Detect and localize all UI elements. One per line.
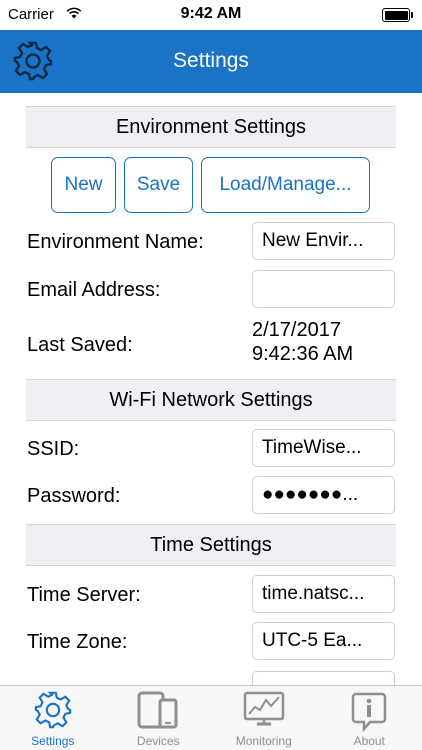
tab-monitoring[interactable]: Monitoring xyxy=(211,686,317,750)
tab-devices-label: Devices xyxy=(136,734,180,748)
tab-bar: Settings Devices Monitoring About xyxy=(0,685,422,750)
email-address-field[interactable] xyxy=(252,270,395,308)
email-address-label: Email Address: xyxy=(27,279,161,301)
tab-devices[interactable]: Devices xyxy=(106,686,212,750)
environment-name-label: Environment Name: xyxy=(27,231,204,253)
page-title: Settings xyxy=(173,49,249,72)
gear-icon xyxy=(34,691,72,729)
tab-about-label: About xyxy=(353,734,385,748)
tab-settings[interactable]: Settings xyxy=(0,686,106,750)
tab-monitoring-label: Monitoring xyxy=(235,734,292,748)
battery-icon xyxy=(382,8,410,22)
info-icon xyxy=(352,692,387,732)
tab-about[interactable]: About xyxy=(317,686,422,750)
devices-icon xyxy=(137,691,178,729)
status-time: 9:42 AM xyxy=(180,5,242,22)
last-saved-label: Last Saved: xyxy=(27,334,133,356)
ssid-label: SSID: xyxy=(27,438,80,460)
monitoring-icon xyxy=(243,691,284,726)
time-settings-header: Time Settings xyxy=(26,524,396,566)
navigation-bar: Settings xyxy=(0,30,422,93)
last-saved-value: 2/17/2017 9:42:36 AM xyxy=(252,318,353,366)
status-bar: Carrier 9:42 AM xyxy=(0,0,422,30)
battery-tip xyxy=(411,12,413,18)
time-server-field[interactable]: time.natsc... xyxy=(252,575,395,613)
time-zone-label: Time Zone: xyxy=(27,631,128,653)
new-button[interactable]: New xyxy=(51,157,116,213)
time-zone-field[interactable]: UTC-5 Ea... xyxy=(252,622,395,660)
password-field[interactable]: ●●●●●●●... xyxy=(252,476,395,514)
environment-name-field[interactable]: New Envir... xyxy=(252,222,395,260)
last-saved-date: 2/17/2017 xyxy=(252,319,341,341)
load-manage-button[interactable]: Load/Manage... xyxy=(201,157,370,213)
password-label: Password: xyxy=(27,485,121,507)
wifi-settings-header: Wi-Fi Network Settings xyxy=(26,379,396,421)
environment-settings-header: Environment Settings xyxy=(26,106,396,148)
ssid-field[interactable]: TimeWise... xyxy=(252,429,395,467)
tab-settings-label: Settings xyxy=(31,734,75,748)
time-server-label: Time Server: xyxy=(27,584,141,606)
partial-field[interactable] xyxy=(252,671,395,685)
last-saved-time: 9:42:36 AM xyxy=(252,343,354,365)
settings-content[interactable]: Environment Settings New Save Load/Manag… xyxy=(0,93,422,685)
save-button[interactable]: Save xyxy=(124,157,193,213)
